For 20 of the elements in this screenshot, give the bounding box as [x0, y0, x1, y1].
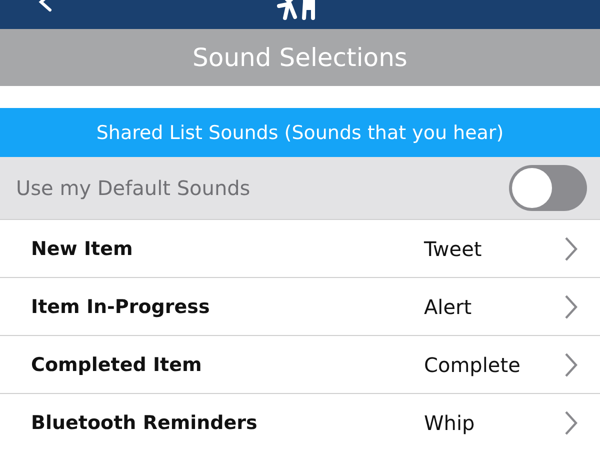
- row-label: New Item: [31, 238, 134, 260]
- toggle-label: Use my Default Sounds: [16, 176, 252, 200]
- chevron-icon: [564, 410, 578, 436]
- sound-row[interactable]: New Item Tweet: [0, 220, 600, 278]
- chevron-icon: [564, 352, 578, 378]
- sound-row[interactable]: Item In-Progress Alert: [0, 278, 600, 336]
- row-value: Whip: [424, 410, 476, 434]
- chevron-icon: [564, 294, 578, 320]
- row-label: Item In-Progress: [31, 296, 211, 318]
- section-title: Shared List Sounds (Sounds that you hear): [96, 122, 504, 144]
- toggle-switch[interactable]: [509, 165, 587, 211]
- chevron-icon: [564, 236, 578, 262]
- row-value: Alert: [424, 294, 473, 318]
- sound-row[interactable]: Completed Item Complete: [0, 336, 600, 394]
- row-value: Tweet: [424, 236, 483, 260]
- row-value: Complete: [424, 352, 522, 376]
- row-label: Completed Item: [31, 354, 203, 376]
- row-label: Bluetooth Reminders: [31, 412, 258, 434]
- sound-row[interactable]: Bluetooth Reminders Whip: [0, 394, 600, 451]
- page-title: Sound Selections: [192, 43, 408, 72]
